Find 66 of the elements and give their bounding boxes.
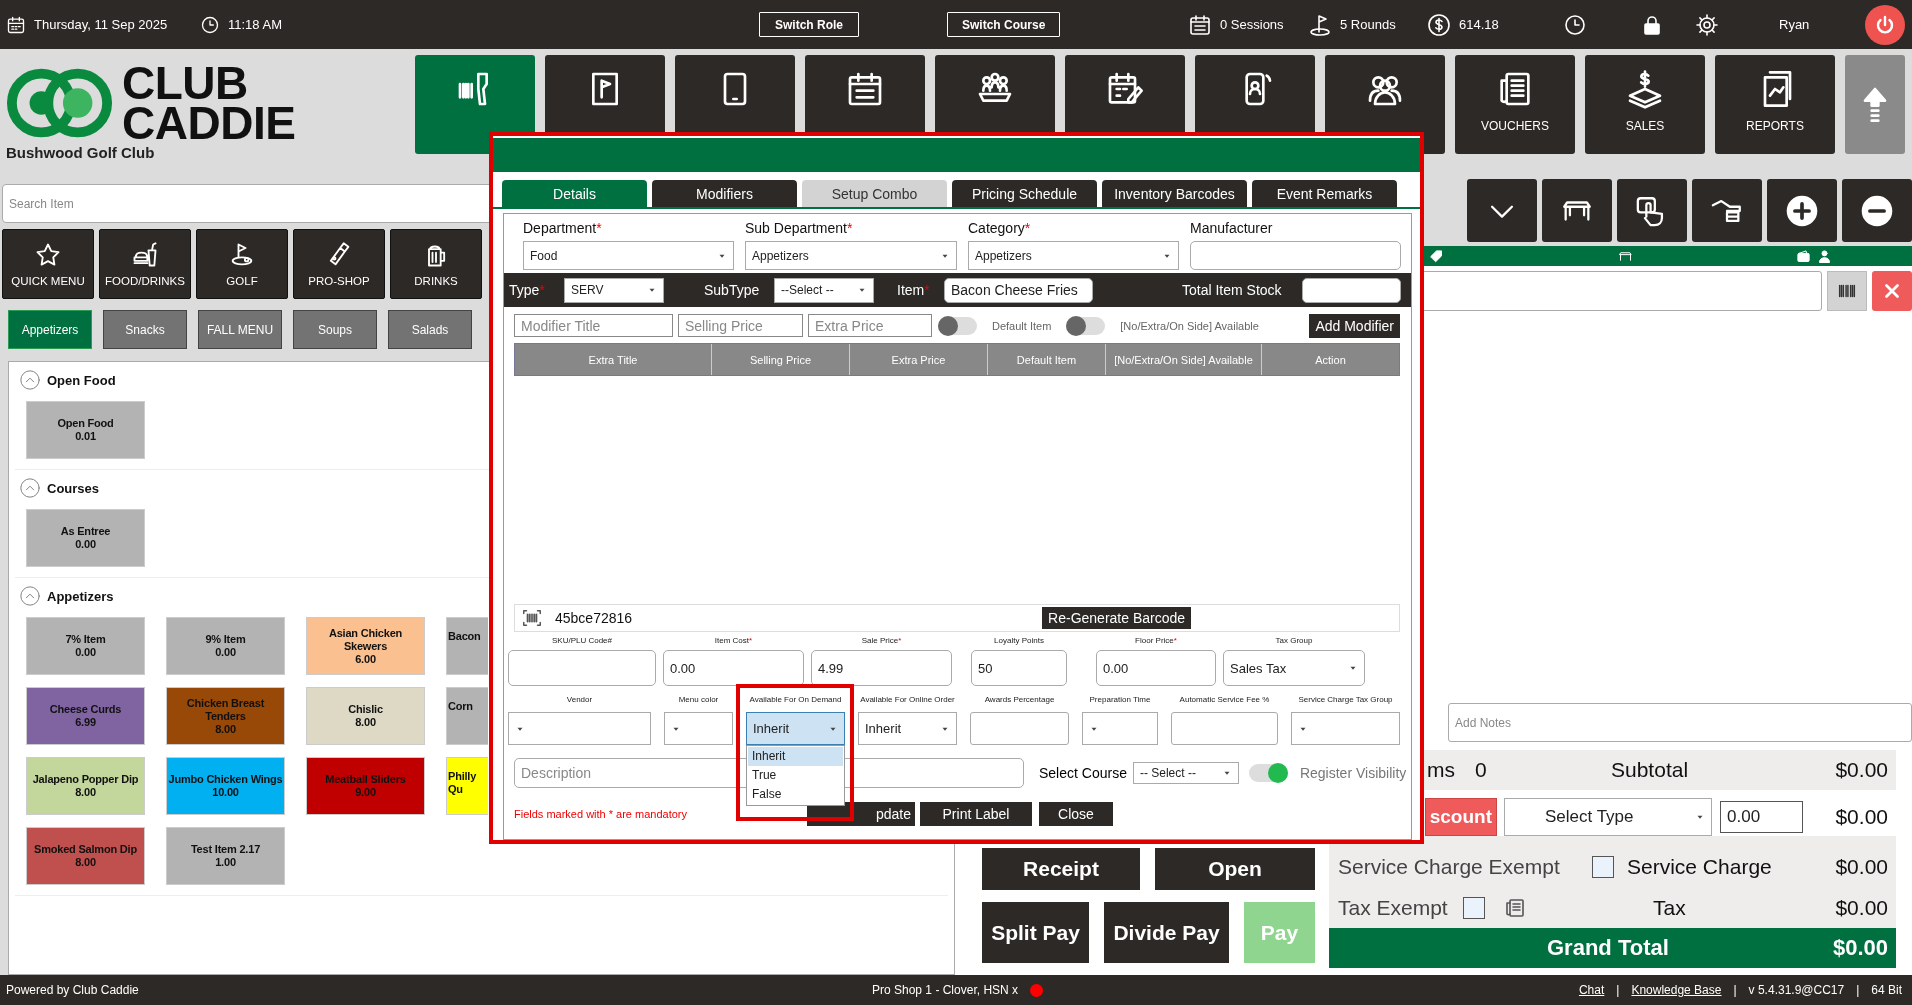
footer-text: v 5.4.31.9@CC17 [1748, 983, 1845, 997]
field-label: Available For On Demand [749, 694, 842, 706]
tax-value: $0.00 [1835, 895, 1888, 920]
field-label: Menu color [678, 694, 719, 706]
logo-text: CLUB [122, 63, 248, 103]
field-label: SubType [704, 282, 761, 298]
discount-value: $0.00 [1835, 805, 1888, 829]
field-label: Item Cost* [714, 635, 753, 647]
grand-total-value: $0.00 [1832, 935, 1888, 961]
column-header: Extra Price [850, 344, 988, 375]
column-header: Extra Title [515, 344, 712, 375]
field-label: Category* [968, 220, 1032, 238]
subtotal-label: Subtotal [1611, 758, 1690, 782]
footer-text: Powered by Club Caddie [6, 983, 140, 997]
field-label: Total Item Stock [1182, 282, 1283, 298]
field-label: Sub Department* [745, 220, 854, 238]
subtotal-value: $0.00 [1835, 758, 1888, 782]
mandatory-note: Fields marked with * are mandatory [514, 807, 688, 820]
field-label: Awards Percentage [984, 694, 1055, 706]
items-count: 0 [1475, 758, 1488, 782]
barcode-value: 45bce72816 [555, 610, 633, 626]
balance-amount: 614.18 [1459, 17, 1499, 32]
field-label: Automatic Service Fee % [1179, 694, 1270, 706]
field-label: Tax Group [1275, 635, 1313, 647]
time-text: 11:18 AM [228, 17, 282, 32]
tax-label: Tax [1653, 895, 1686, 920]
field-label: Manufacturer [1190, 220, 1274, 238]
exempt-label: Service Charge Exempt [1338, 855, 1561, 879]
section-title: Courses [47, 480, 100, 496]
field-label: Select Course [1039, 765, 1127, 781]
separator-text: | [1733, 983, 1737, 997]
rounds-count: 5 Rounds [1340, 17, 1396, 32]
logo-text: CADDIE [122, 103, 296, 143]
footer-text: 64 Bit [1871, 983, 1902, 997]
club-name: Bushwood Golf Club [6, 144, 156, 161]
separator-text: | [1856, 983, 1860, 997]
grand-total-label: Grand Total [1547, 935, 1669, 961]
section-title: Appetizers [47, 588, 114, 604]
field-label: Vendor [566, 694, 593, 706]
toggle-label: Default Item [992, 319, 1052, 332]
user-name: Ryan [1779, 17, 1810, 32]
field-label: Loyalty Points [994, 635, 1044, 647]
field-label: Sale Price* [861, 635, 902, 647]
separator-text: | [1616, 983, 1620, 997]
field-label: Available For Online Order [860, 694, 955, 706]
field-label: Item* [897, 282, 931, 298]
column-header: Default Item [988, 344, 1106, 375]
service-charge-value: $0.00 [1835, 855, 1888, 879]
items-label: ms [1427, 758, 1456, 782]
column-header: Action [1314, 352, 1347, 368]
field-label: Floor Price* [1135, 635, 1177, 647]
field-label: Type* [509, 282, 546, 298]
section-title: Open Food [47, 372, 116, 388]
toggle-label: [No/Extra/On Side] Available [1120, 319, 1259, 332]
date-text: Thursday, 11 Sep 2025 [34, 17, 168, 32]
toggle-label: Register Visibility [1299, 765, 1407, 781]
field-label: SKU/PLU Code# [552, 635, 612, 647]
device-label: Pro Shop 1 - Clover, HSN x [872, 983, 1019, 997]
sessions-count: 0 Sessions [1220, 17, 1284, 32]
exempt-label: Tax Exempt [1338, 895, 1449, 920]
field-label: Service Charge Tax Group [1298, 694, 1393, 706]
column-header: [No/Extra/On Side] Available [1106, 344, 1262, 375]
field-label: Department* [523, 220, 603, 238]
column-header: Selling Price [712, 344, 850, 375]
service-charge-label: Service Charge [1627, 855, 1772, 879]
field-label: Preparation Time [1089, 694, 1151, 706]
